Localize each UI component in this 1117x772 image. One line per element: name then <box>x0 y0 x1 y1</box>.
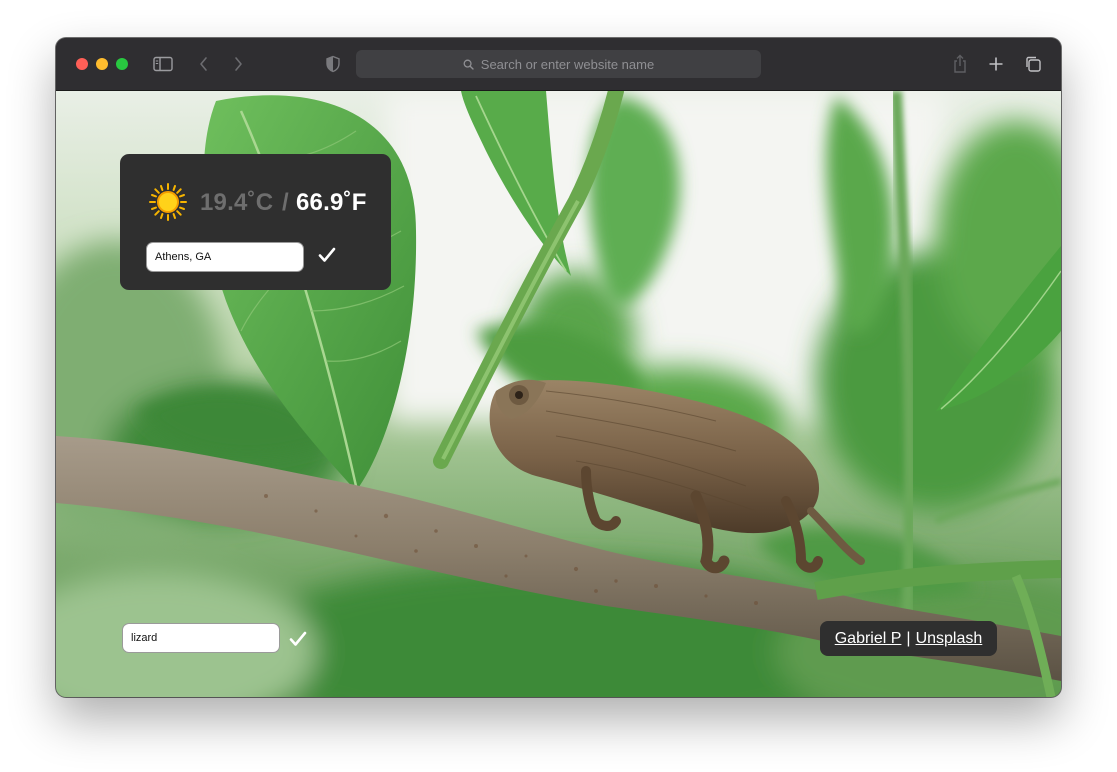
new-tab-plus-icon[interactable] <box>984 52 1008 76</box>
address-bar[interactable]: Search or enter website name <box>356 50 761 78</box>
tab-overview-icon[interactable] <box>1021 52 1045 76</box>
close-window-button[interactable] <box>76 58 88 70</box>
credit-separator: | <box>906 629 911 647</box>
share-icon[interactable] <box>948 52 972 76</box>
desktop-background: Search or enter website name 19.4˚C / 66… <box>0 0 1117 772</box>
unsplash-link[interactable]: Unsplash <box>916 630 983 648</box>
browser-window: Search or enter website name 19.4˚C / 66… <box>56 38 1061 697</box>
weather-widget: 19.4˚C / 66.9˚F <box>120 154 391 290</box>
address-placeholder: Search or enter website name <box>480 56 655 72</box>
photographer-link[interactable]: Gabriel P <box>835 630 902 648</box>
forward-chevron-icon[interactable] <box>226 52 250 76</box>
location-confirm-button[interactable] <box>316 244 338 266</box>
sidebar-toggle-icon[interactable] <box>151 52 175 76</box>
temperature-celsius: 19.4˚C <box>200 189 274 216</box>
back-chevron-icon[interactable] <box>192 52 216 76</box>
page-content: 19.4˚C / 66.9˚F Gabriel P <box>56 91 1061 697</box>
temperature-fahrenheit: 66.9˚F <box>296 189 367 216</box>
location-input[interactable] <box>146 242 304 272</box>
browser-toolbar: Search or enter website name <box>56 38 1061 91</box>
sun-icon <box>149 183 187 221</box>
privacy-shield-icon[interactable] <box>321 52 345 76</box>
keyword-confirm-button[interactable] <box>287 628 309 650</box>
search-icon <box>463 59 474 70</box>
checkmark-icon <box>318 247 336 262</box>
photo-credit: Gabriel P | Unsplash <box>820 621 997 656</box>
zoom-window-button[interactable] <box>116 58 128 70</box>
minimize-window-button[interactable] <box>96 58 108 70</box>
image-keyword-input[interactable] <box>122 623 280 653</box>
checkmark-icon <box>289 631 307 646</box>
temperature-separator: / <box>282 189 289 216</box>
